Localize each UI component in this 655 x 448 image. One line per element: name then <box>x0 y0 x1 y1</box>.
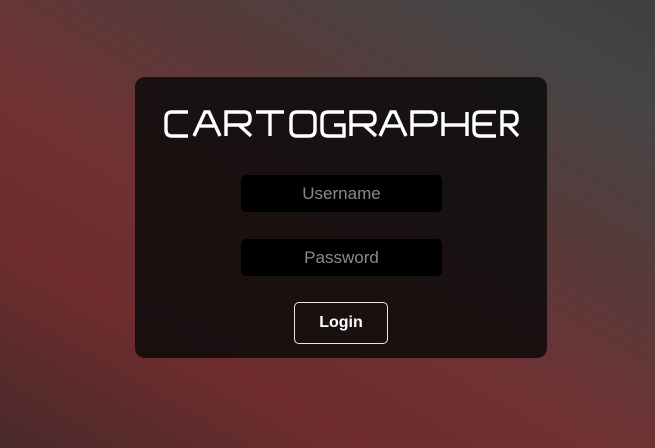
login-button[interactable]: Login <box>294 302 388 344</box>
logo-text: CARTOGRAPHER <box>164 138 165 139</box>
password-field[interactable] <box>241 239 442 276</box>
cartographer-logo: CARTOGRAPHER <box>164 110 519 138</box>
login-panel: CARTOGRAPHER Login <box>135 77 547 358</box>
login-page: { "brand": { "logo_text": "CARTOGRAPHER"… <box>0 0 655 448</box>
username-field[interactable] <box>241 175 442 212</box>
